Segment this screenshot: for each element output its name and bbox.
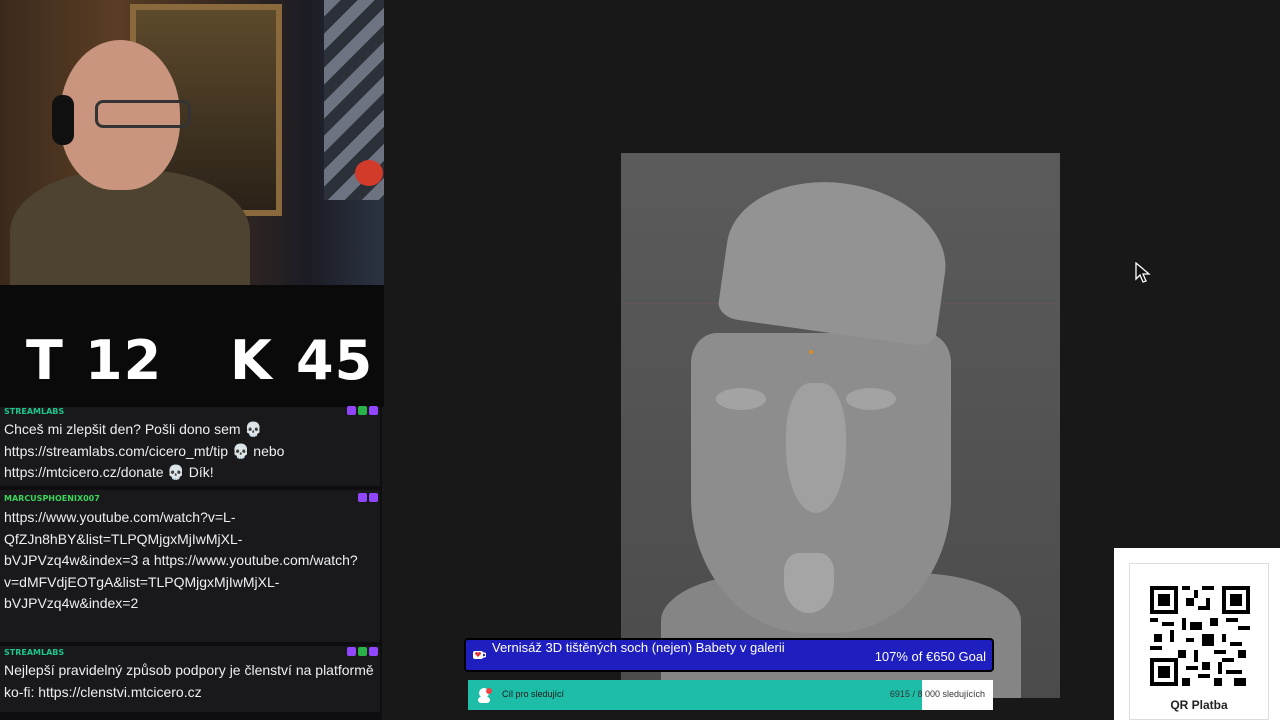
chat-message: STREAMLABS Nejlepší pravidelný způsob po… xyxy=(0,646,380,712)
score-t-label: T xyxy=(26,329,64,392)
mouse-pointer-icon xyxy=(1135,262,1151,283)
donation-goal-bar: Vernisáž 3D tištěných soch (nejen) Babet… xyxy=(464,638,994,672)
score-t-value: 12 xyxy=(85,329,163,392)
score-k-value: 45 xyxy=(296,329,374,392)
chat-badges xyxy=(347,406,378,415)
chat-text: Chceš mi zlepšit den? Pošli dono sem 💀 h… xyxy=(4,421,285,480)
sculpt-viewport[interactable] xyxy=(621,153,1060,698)
badge-icon xyxy=(369,647,378,656)
headphones xyxy=(52,95,74,145)
badge-icon xyxy=(358,406,367,415)
object-origin-dot xyxy=(809,350,813,354)
badge-icon xyxy=(347,406,356,415)
sculpt-eye-left xyxy=(716,388,766,410)
badge-icon xyxy=(369,406,378,415)
followers-count: 6915 / 8 000 sledujících xyxy=(889,689,985,699)
chat-panel: STREAMLABS Chceš mi zlepšit den? Pošli d… xyxy=(0,406,382,720)
goal-title: Vernisáž 3D tištěných soch (nejen) Babet… xyxy=(492,640,785,655)
badge-icon xyxy=(347,647,356,656)
heart-cup-icon xyxy=(473,651,486,659)
badge-icon xyxy=(358,493,367,502)
chat-badges xyxy=(347,647,378,656)
qr-payment-panel: QR Platba xyxy=(1114,548,1280,720)
chat-text: https://www.youtube.com/watch?v=L-QfZJn8… xyxy=(4,509,358,611)
score-panel: T 12 K 45 xyxy=(0,285,384,407)
badge-icon xyxy=(358,647,367,656)
follow-icon xyxy=(478,688,492,703)
sculpt-eye-right xyxy=(846,388,896,410)
qr-box: QR Platba xyxy=(1129,563,1269,720)
followers-label: Cíl pro sledující xyxy=(502,689,565,699)
glasses xyxy=(95,100,191,128)
qr-label: QR Platba xyxy=(1170,698,1228,712)
chat-text: Nejlepší pravidelný způsob podpory je čl… xyxy=(4,662,374,700)
sculpt-tongue xyxy=(784,553,834,613)
score-k-label: K xyxy=(230,329,273,392)
chat-username[interactable]: STREAMLABS xyxy=(4,407,64,416)
red-object xyxy=(355,160,383,186)
sculpt-nose xyxy=(786,383,846,513)
followers-goal-bar: Cíl pro sledující 6915 / 8 000 sledující… xyxy=(468,680,993,710)
sculpt-cap xyxy=(716,168,956,348)
chat-message: STREAMLABS Chceš mi zlepšit den? Pošli d… xyxy=(0,406,380,486)
chat-message: MARCUSPHOENIX007 https://www.youtube.com… xyxy=(0,490,380,642)
chat-username[interactable]: MARCUSPHOENIX007 xyxy=(4,494,100,503)
chat-badges xyxy=(358,493,378,502)
qr-code[interactable] xyxy=(1150,586,1250,686)
webcam-feed xyxy=(0,0,384,285)
chat-username[interactable]: STREAMLABS xyxy=(4,648,64,657)
goal-progress: 107% of €650 Goal xyxy=(874,649,986,664)
badge-icon xyxy=(369,493,378,502)
